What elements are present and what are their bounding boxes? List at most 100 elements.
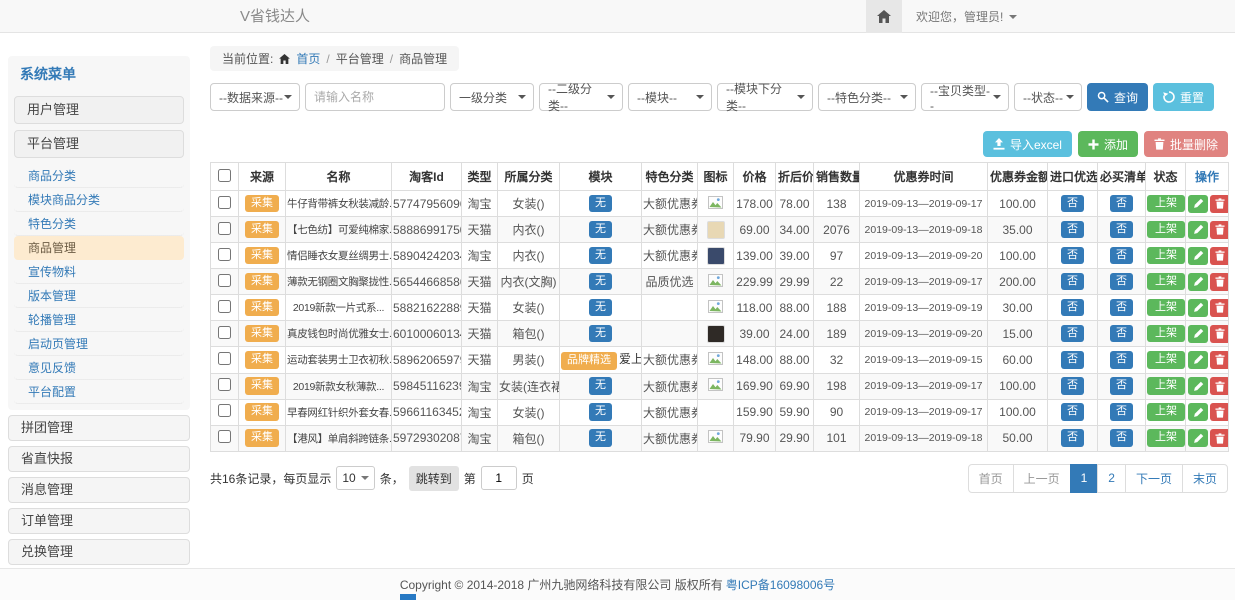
sidebar-accordion-header[interactable]: 平台管理 (14, 130, 184, 158)
filter-select[interactable]: --状态-- (1014, 83, 1082, 111)
filter-select[interactable]: --特色分类-- (818, 83, 916, 111)
status-badge[interactable]: 上架 (1147, 299, 1185, 317)
sidebar-item[interactable]: 启动页管理 (14, 332, 184, 356)
import-select-toggle[interactable]: 否 (1061, 247, 1084, 265)
status-badge[interactable]: 上架 (1147, 351, 1185, 369)
sidebar-item[interactable]: 模块商品分类 (14, 188, 184, 212)
name-search-input[interactable] (305, 83, 445, 111)
page-button[interactable]: 末页 (1182, 464, 1228, 493)
module-badge[interactable]: 无 (589, 299, 612, 317)
import-select-toggle[interactable]: 否 (1061, 325, 1084, 343)
sidebar-accordion-header[interactable]: 订单管理 (8, 508, 190, 534)
filter-select[interactable]: --宝贝类型-- (921, 83, 1009, 111)
home-button[interactable] (866, 0, 902, 33)
status-badge[interactable]: 上架 (1147, 247, 1185, 265)
status-badge[interactable]: 上架 (1147, 221, 1185, 239)
sidebar-accordion-header[interactable]: 省直快报 (8, 446, 190, 472)
edit-button[interactable] (1188, 247, 1208, 265)
edit-button[interactable] (1188, 351, 1208, 369)
row-checkbox[interactable] (218, 326, 231, 339)
edit-button[interactable] (1188, 195, 1208, 213)
import-select-toggle[interactable]: 否 (1061, 221, 1084, 239)
add-button[interactable]: 添加 (1078, 131, 1138, 157)
must-buy-toggle[interactable]: 否 (1110, 429, 1133, 447)
filter-select[interactable]: 一级分类 (450, 83, 534, 111)
sidebar-item[interactable]: 商品管理 (14, 236, 184, 260)
row-checkbox[interactable] (218, 378, 231, 391)
status-badge[interactable]: 上架 (1147, 325, 1185, 343)
status-badge[interactable]: 上架 (1147, 273, 1185, 291)
sidebar-item[interactable]: 平台配置 (14, 380, 184, 404)
filter-select[interactable]: --数据来源-- (210, 83, 300, 111)
module-badge[interactable]: 无 (589, 195, 612, 213)
must-buy-toggle[interactable]: 否 (1110, 221, 1133, 239)
jump-page-input[interactable] (481, 466, 517, 490)
import-select-toggle[interactable]: 否 (1061, 195, 1084, 213)
delete-button[interactable] (1210, 403, 1229, 421)
import-select-toggle[interactable]: 否 (1061, 299, 1084, 317)
filter-select[interactable]: --模块下分类-- (717, 83, 813, 111)
sidebar-accordion-header[interactable]: 拼团管理 (8, 415, 190, 441)
status-badge[interactable]: 上架 (1147, 377, 1185, 395)
row-checkbox[interactable] (218, 274, 231, 287)
sidebar-item[interactable]: 宣传物料 (14, 260, 184, 284)
sidebar-item[interactable]: 商品分类 (14, 164, 184, 188)
module-badge[interactable]: 无 (589, 403, 612, 421)
import-select-toggle[interactable]: 否 (1061, 351, 1084, 369)
row-checkbox[interactable] (218, 352, 231, 365)
batch-delete-button[interactable]: 批量删除 (1144, 131, 1228, 157)
edit-button[interactable] (1188, 299, 1208, 317)
delete-button[interactable] (1210, 299, 1229, 317)
row-checkbox[interactable] (218, 222, 231, 235)
import-select-toggle[interactable]: 否 (1061, 273, 1084, 291)
search-button[interactable]: 查询 (1087, 83, 1148, 111)
edit-button[interactable] (1188, 221, 1208, 239)
edit-button[interactable] (1188, 403, 1208, 421)
user-menu[interactable]: 欢迎您，管理员! (916, 8, 1017, 25)
must-buy-toggle[interactable]: 否 (1110, 325, 1133, 343)
module-badge[interactable]: 无 (589, 273, 612, 291)
module-badge[interactable]: 无 (589, 247, 612, 265)
module-badge[interactable]: 品牌精选 (561, 352, 617, 370)
must-buy-toggle[interactable]: 否 (1110, 351, 1133, 369)
page-button[interactable]: 下一页 (1125, 464, 1183, 493)
must-buy-toggle[interactable]: 否 (1110, 299, 1133, 317)
module-badge[interactable]: 无 (589, 221, 612, 239)
row-checkbox[interactable] (218, 430, 231, 443)
page-button[interactable]: 2 (1097, 464, 1126, 493)
status-badge[interactable]: 上架 (1147, 195, 1185, 213)
sidebar-item[interactable]: 特色分类 (14, 212, 184, 236)
import-select-toggle[interactable]: 否 (1061, 403, 1084, 421)
sidebar-item[interactable]: 轮播管理 (14, 308, 184, 332)
sidebar-accordion-header[interactable]: 兑换管理 (8, 539, 190, 565)
status-badge[interactable]: 上架 (1147, 429, 1185, 447)
delete-button[interactable] (1210, 351, 1229, 369)
sidebar-accordion-header[interactable]: 消息管理 (8, 477, 190, 503)
edit-button[interactable] (1188, 273, 1208, 291)
edit-button[interactable] (1188, 377, 1208, 395)
delete-button[interactable] (1210, 247, 1229, 265)
breadcrumb-home-link[interactable]: 首页 (296, 50, 320, 67)
jump-button[interactable]: 跳转到 (409, 466, 459, 491)
sidebar-accordion-header[interactable]: 用户管理 (14, 96, 184, 124)
import-excel-button[interactable]: 导入excel (983, 131, 1072, 157)
page-size-select[interactable]: 10 (336, 466, 374, 490)
import-select-toggle[interactable]: 否 (1061, 429, 1084, 447)
filter-select[interactable]: --模块-- (628, 83, 712, 111)
row-checkbox[interactable] (218, 196, 231, 209)
must-buy-toggle[interactable]: 否 (1110, 195, 1133, 213)
row-checkbox[interactable] (218, 404, 231, 417)
delete-button[interactable] (1210, 325, 1229, 343)
edit-button[interactable] (1188, 325, 1208, 343)
must-buy-toggle[interactable]: 否 (1110, 377, 1133, 395)
module-badge[interactable]: 无 (589, 377, 612, 395)
delete-button[interactable] (1210, 429, 1229, 447)
module-badge[interactable]: 无 (589, 429, 612, 447)
module-badge[interactable]: 无 (589, 325, 612, 343)
page-button[interactable]: 1 (1070, 464, 1099, 493)
delete-button[interactable] (1210, 273, 1229, 291)
delete-button[interactable] (1210, 195, 1229, 213)
must-buy-toggle[interactable]: 否 (1110, 403, 1133, 421)
delete-button[interactable] (1210, 221, 1229, 239)
must-buy-toggle[interactable]: 否 (1110, 247, 1133, 265)
